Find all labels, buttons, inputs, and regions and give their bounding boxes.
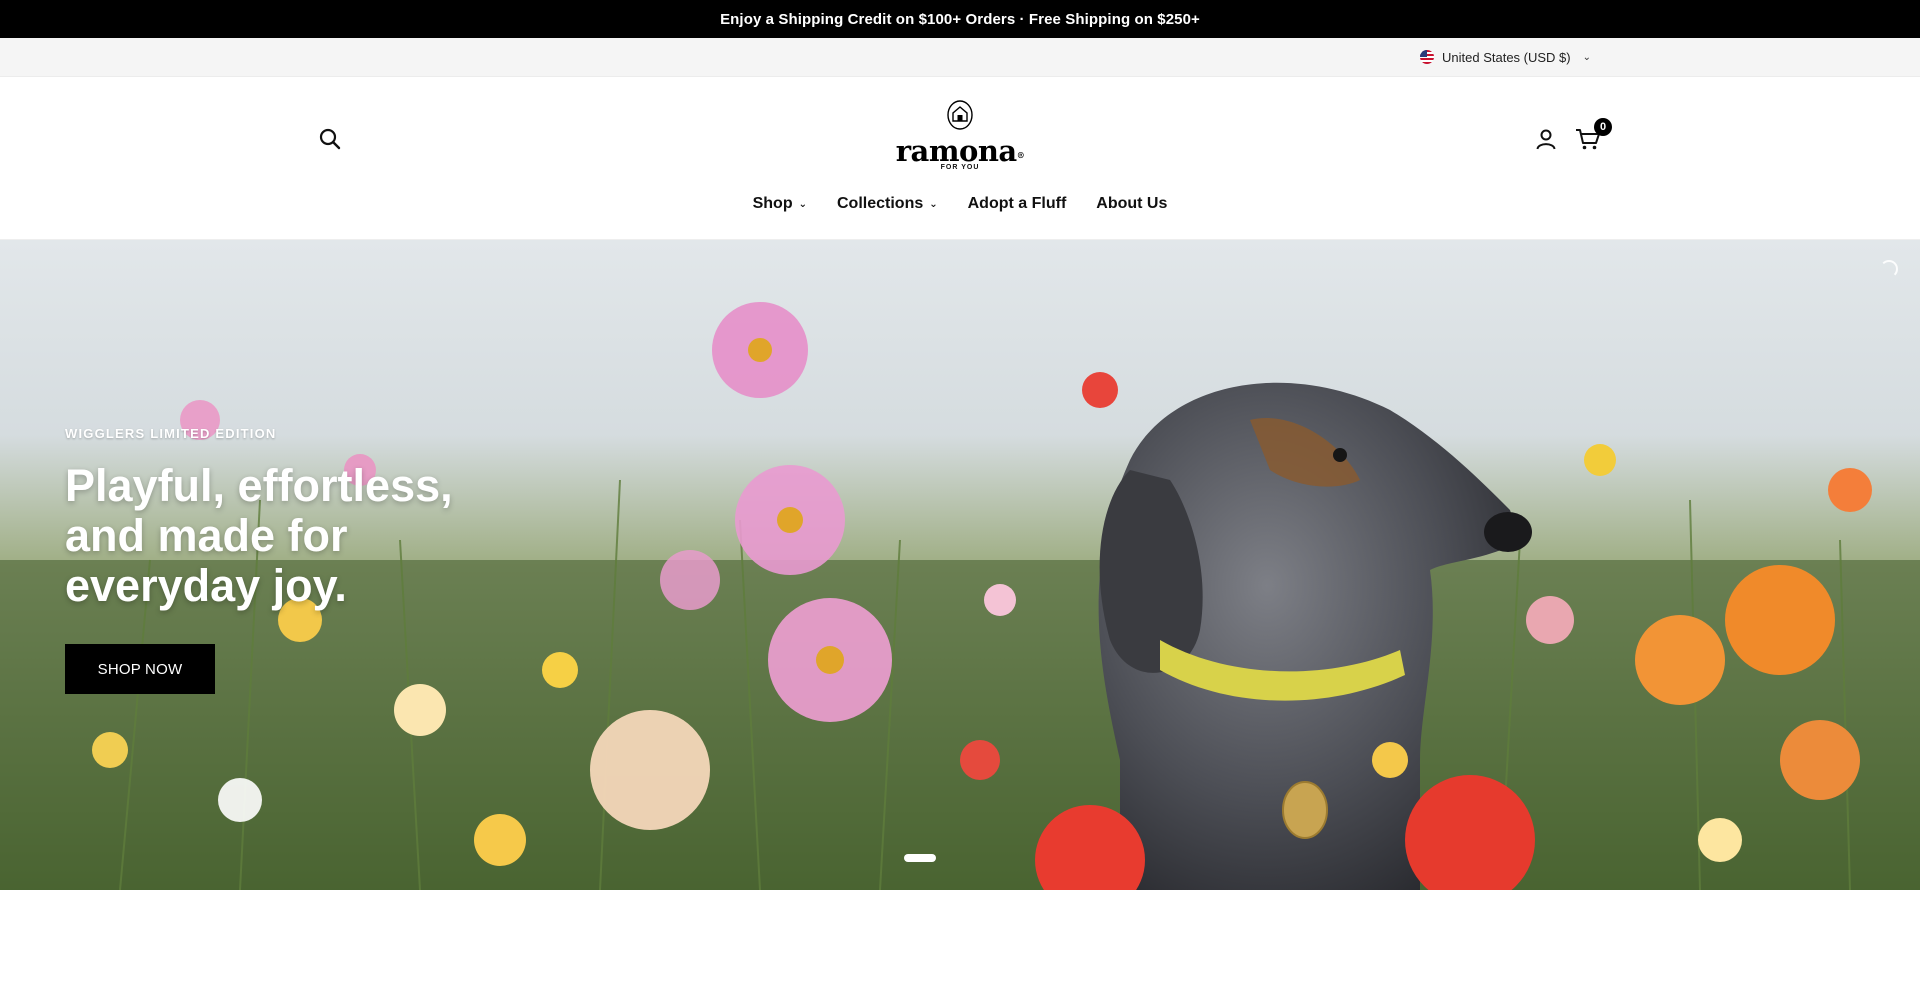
cart-count-badge: 0 (1594, 118, 1612, 136)
nav-item-collections[interactable]: Collections ⌄ (837, 195, 938, 213)
country-currency-selector[interactable]: United States (USD $) ⌄ (1420, 38, 1591, 76)
search-button[interactable] (315, 124, 345, 154)
nav-item-about-us[interactable]: About Us (1096, 195, 1167, 213)
hero-headline: Playful, effortless, and made for everyd… (65, 460, 453, 611)
nav-item-label: Adopt a Fluff (967, 195, 1067, 212)
locale-bar: United States (USD $) ⌄ (0, 38, 1920, 77)
slideshow-autoplay-progress-icon[interactable] (1880, 260, 1898, 278)
announcement-bar: Enjoy a Shipping Credit on $100+ Orders … (0, 0, 1920, 38)
slideshow-dot-active[interactable] (904, 854, 936, 862)
us-flag-icon (1420, 50, 1434, 64)
nav-item-adopt-a-fluff[interactable]: Adopt a Fluff (968, 195, 1067, 213)
logo-wordmark: ramona (895, 134, 1017, 168)
hero-eyebrow: WIGGLERS LIMITED EDITION (65, 426, 277, 441)
announcement-text: Enjoy a Shipping Credit on $100+ Orders … (720, 10, 1200, 28)
logo-house-icon (947, 100, 973, 130)
country-currency-label: United States (USD $) (1442, 49, 1571, 65)
site-header: ramona® FOR YOU 0 Shop ⌄ Collections ⌄ A… (0, 77, 1920, 240)
chevron-down-icon: ⌄ (929, 198, 938, 210)
logo-registered: ® (1016, 150, 1025, 160)
main-navigation: Shop ⌄ Collections ⌄ Adopt a Fluff About… (0, 195, 1920, 213)
chevron-down-icon: ⌄ (1582, 51, 1591, 63)
account-icon (1536, 129, 1556, 150)
site-logo[interactable]: ramona® FOR YOU (890, 99, 1030, 171)
nav-item-label: Collections (837, 195, 924, 212)
shop-now-button[interactable]: SHOP NOW (65, 644, 215, 694)
hero-copy: WIGGLERS LIMITED EDITION Playful, effort… (65, 426, 485, 694)
page-content-below-hero (0, 890, 1920, 993)
search-icon (319, 128, 341, 150)
account-button[interactable] (1531, 124, 1561, 154)
nav-item-label: Shop (752, 195, 793, 212)
nav-item-shop[interactable]: Shop ⌄ (753, 195, 807, 213)
chevron-down-icon: ⌄ (798, 198, 807, 210)
hero-slideshow[interactable]: WIGGLERS LIMITED EDITION Playful, effort… (0, 240, 1920, 890)
nav-item-label: About Us (1096, 195, 1168, 212)
